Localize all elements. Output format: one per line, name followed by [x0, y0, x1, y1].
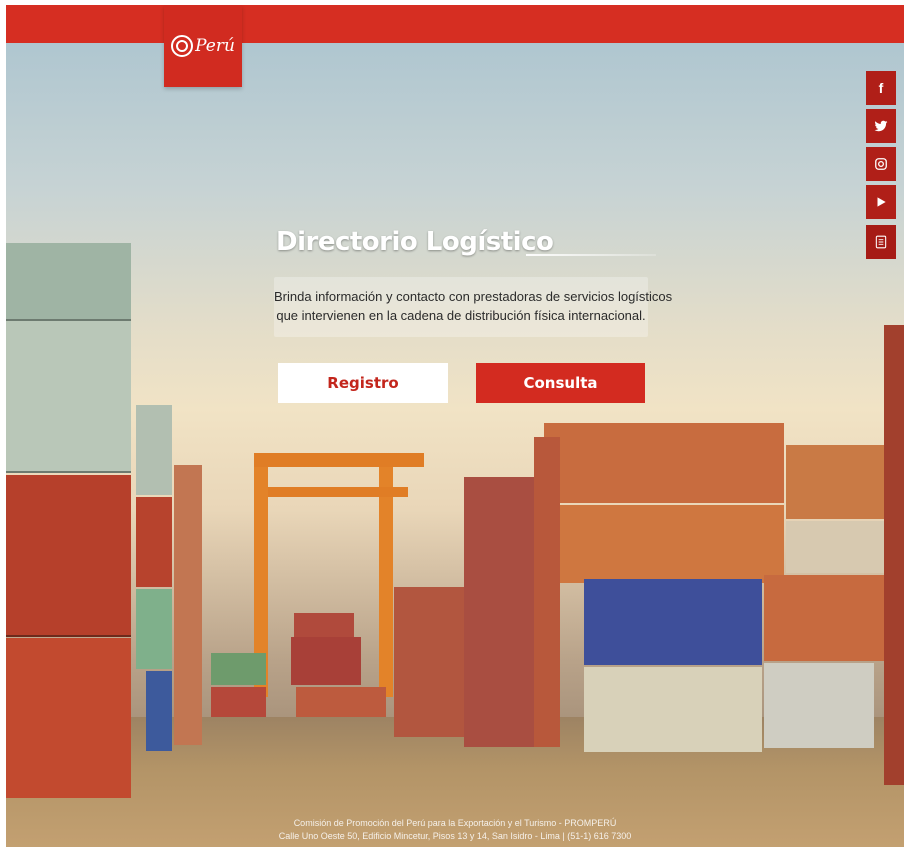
landing-page: Perú f Directorio Logístico Brinda infor… — [6, 5, 904, 847]
footer: Comisión de Promoción del Perú para la E… — [6, 817, 904, 843]
facebook-button[interactable]: f — [866, 71, 896, 105]
container-stack-right — [394, 417, 904, 752]
instagram-button[interactable] — [866, 147, 896, 181]
title-underline — [526, 254, 656, 256]
description-line-1: Brinda información y contacto con presta… — [274, 289, 673, 304]
container-right-edge — [884, 325, 904, 785]
registro-button[interactable]: Registro — [278, 363, 448, 403]
social-bar: f — [866, 71, 896, 263]
description-line-2: que intervienen en la cadena de distribu… — [276, 308, 646, 323]
container-stack-left-2 — [136, 405, 206, 751]
logo-swirl-icon — [171, 35, 194, 57]
instagram-icon — [875, 158, 887, 170]
page-title: Directorio Logístico — [276, 227, 554, 257]
peru-logo[interactable]: Perú — [164, 5, 242, 87]
hero-description: Brinda información y contacto con presta… — [274, 277, 673, 337]
container-stack-left — [6, 243, 136, 798]
logo-text: Perú — [195, 36, 235, 56]
footer-line-1: Comisión de Promoción del Perú para la E… — [293, 818, 617, 828]
youtube-button[interactable] — [866, 185, 896, 219]
twitter-button[interactable] — [866, 109, 896, 143]
top-bar — [6, 5, 904, 43]
consulta-button[interactable]: Consulta — [476, 363, 645, 403]
facebook-icon: f — [878, 80, 884, 96]
container-row-mid — [211, 637, 391, 718]
youtube-icon — [877, 197, 886, 207]
survey-icon — [875, 235, 887, 249]
survey-button[interactable] — [866, 225, 896, 259]
twitter-icon — [874, 120, 888, 132]
footer-line-2: Calle Uno Oeste 50, Edificio Mincetur, P… — [278, 831, 632, 841]
